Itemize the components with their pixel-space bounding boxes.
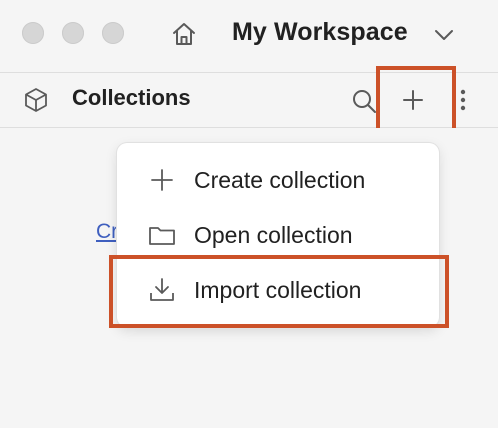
cube-icon: [25, 88, 47, 112]
search-icon[interactable]: [350, 87, 378, 115]
import-icon: [150, 278, 174, 301]
menu-item-label: Open collection: [194, 222, 353, 248]
menu-item-create-collection[interactable]: Create collection: [117, 154, 439, 206]
more-vertical-icon[interactable]: [455, 85, 471, 115]
window-close-button[interactable]: [22, 22, 44, 44]
collections-title: Collections: [72, 85, 191, 110]
title-bar: My Workspace: [0, 0, 498, 73]
create-collection-link[interactable]: Cr: [96, 220, 118, 244]
collections-header: Collections: [0, 73, 498, 128]
new-collection-menu: Create collection Open collection Import…: [117, 143, 439, 327]
folder-icon: [149, 227, 175, 245]
menu-item-open-collection[interactable]: Open collection: [117, 209, 439, 261]
window-zoom-button[interactable]: [102, 22, 124, 44]
plus-icon: [151, 169, 173, 191]
new-collection-button[interactable]: [395, 85, 431, 115]
workspace-name[interactable]: My Workspace: [232, 18, 408, 47]
window-minimize-button[interactable]: [62, 22, 84, 44]
chevron-down-icon[interactable]: [432, 24, 456, 46]
menu-item-label: Create collection: [194, 167, 366, 193]
menu-item-label: Import collection: [194, 277, 362, 303]
menu-item-import-collection[interactable]: Import collection: [117, 264, 439, 316]
home-icon[interactable]: [170, 20, 198, 48]
